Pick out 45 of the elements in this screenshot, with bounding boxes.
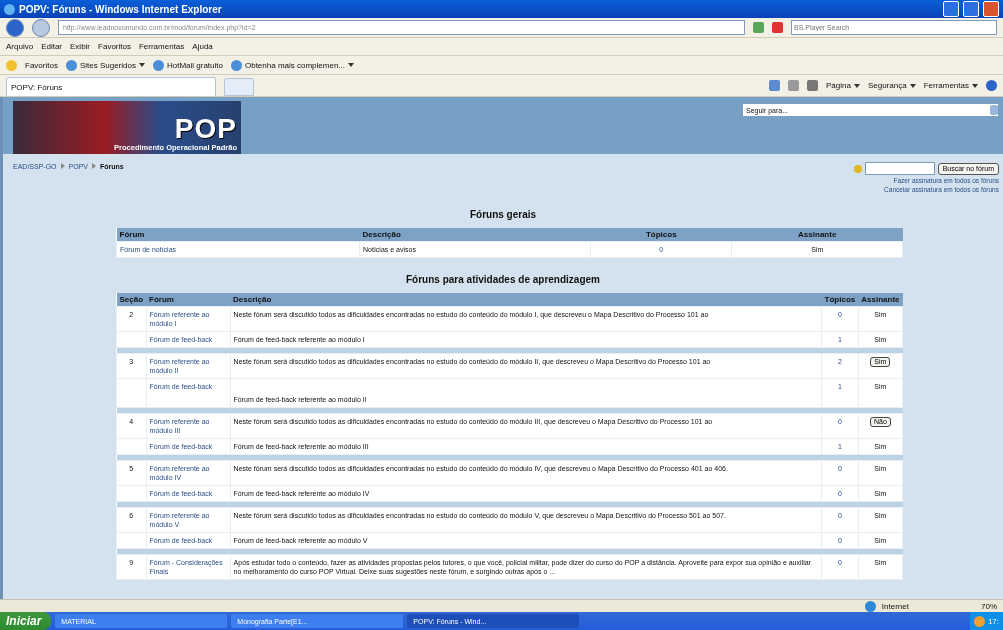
- menu-item[interactable]: Editar: [41, 42, 63, 51]
- separator-icon: [60, 163, 65, 169]
- zone-label: Internet: [881, 601, 909, 611]
- separator-icon: [92, 163, 97, 169]
- caret-icon[interactable]: [853, 83, 860, 88]
- command-menu[interactable]: Página: [826, 81, 851, 90]
- column-header: Descrição: [359, 228, 591, 242]
- favorite-link[interactable]: HotMail gratuito: [166, 60, 223, 70]
- back-button[interactable]: [6, 18, 24, 37]
- column-header: Tópicos: [821, 293, 859, 307]
- favorite-link[interactable]: Obtenha mais complemen...: [244, 60, 345, 70]
- column-header: Tópicos: [590, 228, 732, 242]
- restore-button[interactable]: [963, 1, 979, 17]
- menu-item[interactable]: Ferramentas: [138, 42, 185, 51]
- favorite-link[interactable]: Sites Sugeridos: [79, 60, 136, 70]
- command-menu[interactable]: Segurança: [867, 81, 907, 90]
- menu-item[interactable]: Exibir: [70, 42, 91, 51]
- column-header: Descrição: [230, 293, 822, 307]
- caret-icon[interactable]: [348, 63, 354, 67]
- menu-item[interactable]: Ajuda: [192, 42, 213, 51]
- forward-button[interactable]: [32, 18, 50, 37]
- browser-tab[interactable]: POPV: Fóruns: [6, 77, 216, 96]
- column-header: Seção: [116, 293, 147, 307]
- caret-icon[interactable]: [909, 83, 916, 88]
- clock: 17:: [987, 616, 999, 626]
- column-header: Assinante: [731, 228, 903, 242]
- minimize-button[interactable]: [943, 1, 959, 17]
- zoom-level[interactable]: 70%: [981, 601, 997, 611]
- section-heading: Fóruns gerais: [468, 208, 538, 222]
- dropdown-icon: [990, 105, 998, 115]
- caret-icon[interactable]: [138, 63, 145, 67]
- menu-item[interactable]: Arquivo: [6, 42, 34, 51]
- forum-search-field[interactable]: [864, 162, 935, 175]
- close-button[interactable]: [983, 1, 999, 17]
- caret-icon[interactable]: [972, 83, 978, 88]
- menu-item[interactable]: Favoritos: [98, 42, 131, 51]
- command-menu[interactable]: Ferramentas: [923, 81, 969, 90]
- window-title: POPV: Fóruns - Windows Internet Explorer: [19, 3, 223, 15]
- start-button[interactable]: Iniciar: [0, 612, 52, 630]
- section-heading: Fóruns para atividades de aprendizagem: [405, 273, 601, 287]
- column-header: Fórum: [116, 228, 360, 242]
- column-header: Fórum: [146, 293, 231, 307]
- favorites-button[interactable]: Favoritos: [25, 60, 58, 70]
- column-header: Assinante: [858, 293, 903, 307]
- logo-title: POP: [174, 115, 237, 143]
